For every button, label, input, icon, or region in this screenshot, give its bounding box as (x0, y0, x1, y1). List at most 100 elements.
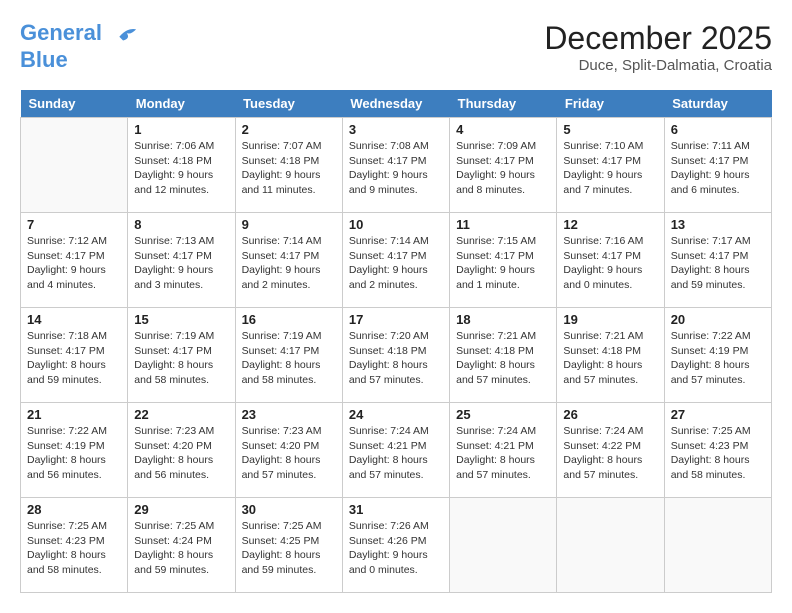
day-number: 19 (563, 312, 657, 327)
day-number: 2 (242, 122, 336, 137)
weekday-header-monday: Monday (128, 90, 235, 118)
day-number: 24 (349, 407, 443, 422)
location: Duce, Split-Dalmatia, Croatia (544, 57, 772, 74)
title-block: December 2025 Duce, Split-Dalmatia, Croa… (544, 20, 772, 74)
day-number: 17 (349, 312, 443, 327)
day-number: 8 (134, 217, 228, 232)
weekday-header-friday: Friday (557, 90, 664, 118)
day-info: Sunrise: 7:22 AM Sunset: 4:19 PM Dayligh… (27, 424, 121, 483)
day-number: 16 (242, 312, 336, 327)
day-info: Sunrise: 7:25 AM Sunset: 4:24 PM Dayligh… (134, 519, 228, 578)
week-row-5: 28Sunrise: 7:25 AM Sunset: 4:23 PM Dayli… (21, 498, 772, 593)
day-cell: 24 Sunrise: 7:24 AM Sunset: 4:21 PM Dayli… (342, 403, 449, 498)
day-info: Sunrise: 7:18 AM Sunset: 4:17 PM Dayligh… (27, 329, 121, 388)
day-number: 5 (563, 122, 657, 137)
weekday-header-row: SundayMondayTuesdayWednesdayThursdayFrid… (21, 90, 772, 118)
day-number: 15 (134, 312, 228, 327)
logo-blue: Blue (20, 48, 138, 72)
day-info: Sunrise: 7:21 AM Sunset: 4:18 PM Dayligh… (456, 329, 550, 388)
day-cell: 23Sunrise: 7:23 AM Sunset: 4:20 PM Dayli… (235, 403, 342, 498)
day-number: 30 (242, 502, 336, 517)
day-cell: 27Sunrise: 7:25 AM Sunset: 4:23 PM Dayli… (664, 403, 771, 498)
logo: General Blue (20, 20, 138, 72)
day-number: 10 (349, 217, 443, 232)
day-cell: 4Sunrise: 7:09 AM Sunset: 4:17 PM Daylig… (450, 118, 557, 213)
day-number: 29 (134, 502, 228, 517)
day-cell: 29 Sunrise: 7:25 AM Sunset: 4:24 PM Dayli… (128, 498, 235, 593)
day-number: 13 (671, 217, 765, 232)
day-info: Sunrise: 7:16 AM Sunset: 4:17 PM Dayligh… (563, 234, 657, 293)
day-info: Sunrise: 7:24 AM Sunset: 4:22 PM Dayligh… (563, 424, 657, 483)
day-cell: 12Sunrise: 7:16 AM Sunset: 4:17 PM Dayli… (557, 213, 664, 308)
day-info: Sunrise: 7:23 AM Sunset: 4:20 PM Dayligh… (242, 424, 336, 483)
week-row-2: 7 Sunrise: 7:12 AM Sunset: 4:17 PM Daylig… (21, 213, 772, 308)
day-info: Sunrise: 7:22 AM Sunset: 4:19 PM Dayligh… (671, 329, 765, 388)
day-info: Sunrise: 7:23 AM Sunset: 4:20 PM Dayligh… (134, 424, 228, 483)
day-info: Sunrise: 7:24 AM Sunset: 4:21 PM Dayligh… (349, 424, 443, 483)
day-cell: 11 Sunrise: 7:15 AM Sunset: 4:17 PM Dayli… (450, 213, 557, 308)
day-info: Sunrise: 7:13 AM Sunset: 4:17 PM Dayligh… (134, 234, 228, 293)
day-cell: 3 Sunrise: 7:08 AM Sunset: 4:17 PM Daylig… (342, 118, 449, 213)
day-info: Sunrise: 7:09 AM Sunset: 4:17 PM Dayligh… (456, 139, 550, 198)
weekday-header-saturday: Saturday (664, 90, 771, 118)
day-info: Sunrise: 7:26 AM Sunset: 4:26 PM Dayligh… (349, 519, 443, 578)
weekday-header-sunday: Sunday (21, 90, 128, 118)
day-cell: 19 Sunrise: 7:21 AM Sunset: 4:18 PM Dayli… (557, 308, 664, 403)
day-info: Sunrise: 7:12 AM Sunset: 4:17 PM Dayligh… (27, 234, 121, 293)
day-info: Sunrise: 7:07 AM Sunset: 4:18 PM Dayligh… (242, 139, 336, 198)
day-cell: 20Sunrise: 7:22 AM Sunset: 4:19 PM Dayli… (664, 308, 771, 403)
day-cell: 9Sunrise: 7:14 AM Sunset: 4:17 PM Daylig… (235, 213, 342, 308)
day-cell: 28Sunrise: 7:25 AM Sunset: 4:23 PM Dayli… (21, 498, 128, 593)
day-cell: 15 Sunrise: 7:19 AM Sunset: 4:17 PM Dayli… (128, 308, 235, 403)
day-number: 3 (349, 122, 443, 137)
day-info: Sunrise: 7:15 AM Sunset: 4:17 PM Dayligh… (456, 234, 550, 293)
weekday-header-wednesday: Wednesday (342, 90, 449, 118)
day-cell: 18Sunrise: 7:21 AM Sunset: 4:18 PM Dayli… (450, 308, 557, 403)
calendar-table: SundayMondayTuesdayWednesdayThursdayFrid… (20, 90, 772, 593)
day-cell: 26 Sunrise: 7:24 AM Sunset: 4:22 PM Dayli… (557, 403, 664, 498)
day-cell: 17 Sunrise: 7:20 AM Sunset: 4:18 PM Dayli… (342, 308, 449, 403)
week-row-1: 1 Sunrise: 7:06 AM Sunset: 4:18 PM Daylig… (21, 118, 772, 213)
week-row-4: 21 Sunrise: 7:22 AM Sunset: 4:19 PM Dayli… (21, 403, 772, 498)
day-cell: 8 Sunrise: 7:13 AM Sunset: 4:17 PM Daylig… (128, 213, 235, 308)
day-cell: 22 Sunrise: 7:23 AM Sunset: 4:20 PM Dayli… (128, 403, 235, 498)
day-number: 25 (456, 407, 550, 422)
day-cell: 25 Sunrise: 7:24 AM Sunset: 4:21 PM Dayli… (450, 403, 557, 498)
day-cell: 13 Sunrise: 7:17 AM Sunset: 4:17 PM Dayli… (664, 213, 771, 308)
day-number: 6 (671, 122, 765, 137)
day-number: 1 (134, 122, 228, 137)
day-info: Sunrise: 7:06 AM Sunset: 4:18 PM Dayligh… (134, 139, 228, 198)
day-info: Sunrise: 7:24 AM Sunset: 4:21 PM Dayligh… (456, 424, 550, 483)
day-cell (664, 498, 771, 593)
day-info: Sunrise: 7:25 AM Sunset: 4:25 PM Dayligh… (242, 519, 336, 578)
day-number: 7 (27, 217, 121, 232)
day-info: Sunrise: 7:21 AM Sunset: 4:18 PM Dayligh… (563, 329, 657, 388)
day-cell: 30 Sunrise: 7:25 AM Sunset: 4:25 PM Dayli… (235, 498, 342, 593)
day-info: Sunrise: 7:19 AM Sunset: 4:17 PM Dayligh… (242, 329, 336, 388)
day-cell (450, 498, 557, 593)
day-info: Sunrise: 7:08 AM Sunset: 4:17 PM Dayligh… (349, 139, 443, 198)
day-cell: 2 Sunrise: 7:07 AM Sunset: 4:18 PM Daylig… (235, 118, 342, 213)
day-number: 9 (242, 217, 336, 232)
month-title: December 2025 (544, 20, 772, 57)
day-cell: 5 Sunrise: 7:10 AM Sunset: 4:17 PM Daylig… (557, 118, 664, 213)
day-cell: 21 Sunrise: 7:22 AM Sunset: 4:19 PM Dayli… (21, 403, 128, 498)
day-cell: 14 Sunrise: 7:18 AM Sunset: 4:17 PM Dayli… (21, 308, 128, 403)
day-info: Sunrise: 7:17 AM Sunset: 4:17 PM Dayligh… (671, 234, 765, 293)
day-cell: 6Sunrise: 7:11 AM Sunset: 4:17 PM Daylig… (664, 118, 771, 213)
week-row-3: 14 Sunrise: 7:18 AM Sunset: 4:17 PM Dayli… (21, 308, 772, 403)
weekday-header-thursday: Thursday (450, 90, 557, 118)
day-number: 31 (349, 502, 443, 517)
logo-text: General (20, 20, 138, 48)
day-info: Sunrise: 7:19 AM Sunset: 4:17 PM Dayligh… (134, 329, 228, 388)
day-number: 11 (456, 217, 550, 232)
day-number: 21 (27, 407, 121, 422)
day-info: Sunrise: 7:20 AM Sunset: 4:18 PM Dayligh… (349, 329, 443, 388)
day-cell: 1 Sunrise: 7:06 AM Sunset: 4:18 PM Daylig… (128, 118, 235, 213)
weekday-header-tuesday: Tuesday (235, 90, 342, 118)
day-cell: 31 Sunrise: 7:26 AM Sunset: 4:26 PM Dayli… (342, 498, 449, 593)
day-number: 14 (27, 312, 121, 327)
day-number: 22 (134, 407, 228, 422)
day-info: Sunrise: 7:10 AM Sunset: 4:17 PM Dayligh… (563, 139, 657, 198)
day-number: 26 (563, 407, 657, 422)
